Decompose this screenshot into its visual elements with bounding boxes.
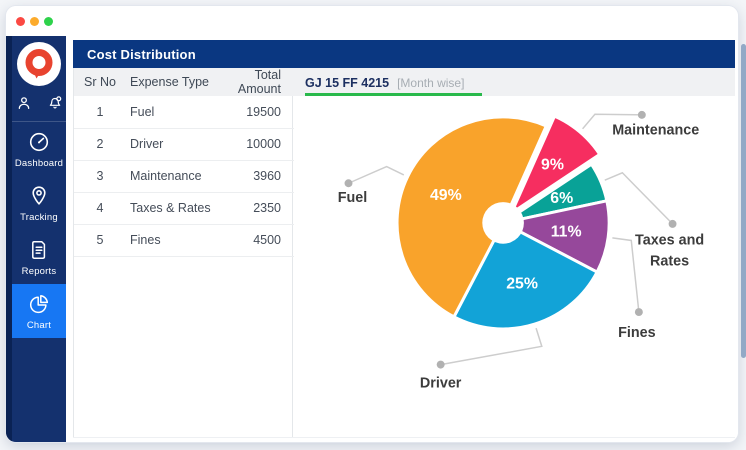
sidebar-item-reports[interactable]: Reports (12, 230, 66, 284)
page-header: Cost Distribution (73, 40, 735, 68)
slice-label: Maintenance (612, 123, 699, 139)
cell-sr-no: 2 (74, 128, 126, 160)
vehicle-number-label: GJ 15 FF 4215 (305, 76, 389, 90)
cell-sr-no: 5 (74, 224, 126, 256)
pie-chart-icon (27, 292, 51, 316)
column-header-expense-type: Expense Type (126, 68, 222, 96)
sidebar-item-label: Dashboard (15, 158, 63, 169)
maximize-button[interactable] (44, 17, 53, 26)
column-header-total-amount: Total Amount (222, 68, 294, 96)
sidebar: Dashboard Tracking Reports Chart (6, 36, 66, 442)
expense-table-body: 1Fuel195002Driver100003Maintenance39604T… (74, 96, 294, 256)
leader-line (348, 167, 403, 184)
location-pin-icon (27, 184, 51, 208)
column-header-sr-no: Sr No (74, 68, 126, 96)
table-header-row: Sr No Expense Type Total Amount (74, 68, 294, 96)
cell-total-amount: 10000 (222, 128, 294, 160)
expense-table-panel: Sr No Expense Type Total Amount 1Fuel195… (73, 68, 293, 437)
chart-title-bar: GJ 15 FF 4215 [Month wise] (293, 68, 735, 96)
slice-label: Fuel (338, 190, 368, 206)
sidebar-item-label: Chart (27, 320, 51, 331)
report-icon (27, 238, 51, 262)
donut-hole (482, 202, 524, 244)
close-button[interactable] (16, 17, 25, 26)
slice-percent-label: 6% (550, 190, 573, 207)
leader-dot (635, 308, 643, 316)
main-content: Cost Distribution Sr No Expense Type Tot… (66, 36, 738, 442)
sidebar-item-chart[interactable]: Chart (12, 284, 66, 338)
speedometer-icon (27, 130, 51, 154)
logo-glyph-icon (17, 42, 61, 86)
user-icon[interactable] (15, 94, 33, 112)
table-row: 3Maintenance3960 (74, 160, 294, 192)
window-titlebar (6, 6, 738, 36)
window-body: Dashboard Tracking Reports Chart Cost Distr… (6, 36, 738, 442)
slice-percent-label: 25% (506, 276, 538, 293)
cell-expense-type: Fines (126, 224, 222, 256)
pie-chart: 9% Maintenance 6% Taxes andRates 11% Fines 25%… (293, 96, 735, 437)
chart-panel: GJ 15 FF 4215 [Month wise] 9% Maintenance… (293, 68, 735, 437)
content-panels: Sr No Expense Type Total Amount 1Fuel195… (73, 68, 735, 438)
sidebar-item-tracking[interactable]: Tracking (12, 176, 66, 230)
minimize-button[interactable] (30, 17, 39, 26)
notification-bell-icon[interactable] (46, 94, 64, 112)
cell-total-amount: 4500 (222, 224, 294, 256)
cell-expense-type: Taxes & Rates (126, 192, 222, 224)
slice-percent-label: 11% (551, 223, 582, 240)
sidebar-nav: Dashboard Tracking Reports Chart (12, 122, 66, 338)
slice-label: Taxes andRates (635, 233, 704, 270)
app-window: Dashboard Tracking Reports Chart Cost Distr… (6, 6, 738, 442)
cell-total-amount: 19500 (222, 96, 294, 128)
table-row: 2Driver10000 (74, 128, 294, 160)
slice-label: Fines (618, 325, 656, 341)
cell-total-amount: 3960 (222, 160, 294, 192)
sidebar-item-label: Tracking (20, 212, 58, 223)
cell-sr-no: 1 (74, 96, 126, 128)
expense-table: Sr No Expense Type Total Amount 1Fuel195… (74, 68, 294, 257)
scrollbar[interactable] (741, 44, 746, 358)
leader-line (605, 173, 673, 224)
cell-sr-no: 4 (74, 192, 126, 224)
chart-title-underline: GJ 15 FF 4215 [Month wise] (305, 71, 482, 96)
cell-expense-type: Maintenance (126, 160, 222, 192)
traffic-lights (16, 17, 53, 26)
leader-line (441, 328, 542, 364)
sidebar-item-label: Reports (22, 266, 57, 277)
leader-dot (345, 179, 353, 187)
cell-expense-type: Fuel (126, 96, 222, 128)
pie-chart-svg: 9% Maintenance 6% Taxes andRates 11% Fines 25%… (293, 96, 735, 437)
month-wise-label: [Month wise] (397, 76, 464, 90)
notification-badge (56, 97, 60, 101)
leader-line (612, 238, 639, 312)
sidebar-item-dashboard[interactable]: Dashboard (12, 122, 66, 176)
leader-dot (437, 361, 445, 369)
slice-percent-label: 49% (430, 187, 462, 204)
slice-label: Driver (420, 375, 462, 391)
leader-dot (669, 220, 677, 228)
cell-total-amount: 2350 (222, 192, 294, 224)
table-row: 1Fuel19500 (74, 96, 294, 128)
sidebar-mini-icons (15, 94, 64, 112)
slice-percent-label: 9% (541, 156, 564, 173)
cell-expense-type: Driver (126, 128, 222, 160)
sidebar-rail: Dashboard Tracking Reports Chart (12, 36, 66, 442)
cell-sr-no: 3 (74, 160, 126, 192)
table-row: 5Fines4500 (74, 224, 294, 256)
table-row: 4Taxes & Rates2350 (74, 192, 294, 224)
page-title: Cost Distribution (87, 47, 196, 62)
app-logo[interactable] (17, 42, 61, 86)
page-background: Dashboard Tracking Reports Chart Cost Distr… (0, 0, 746, 450)
leader-dot (638, 111, 646, 119)
